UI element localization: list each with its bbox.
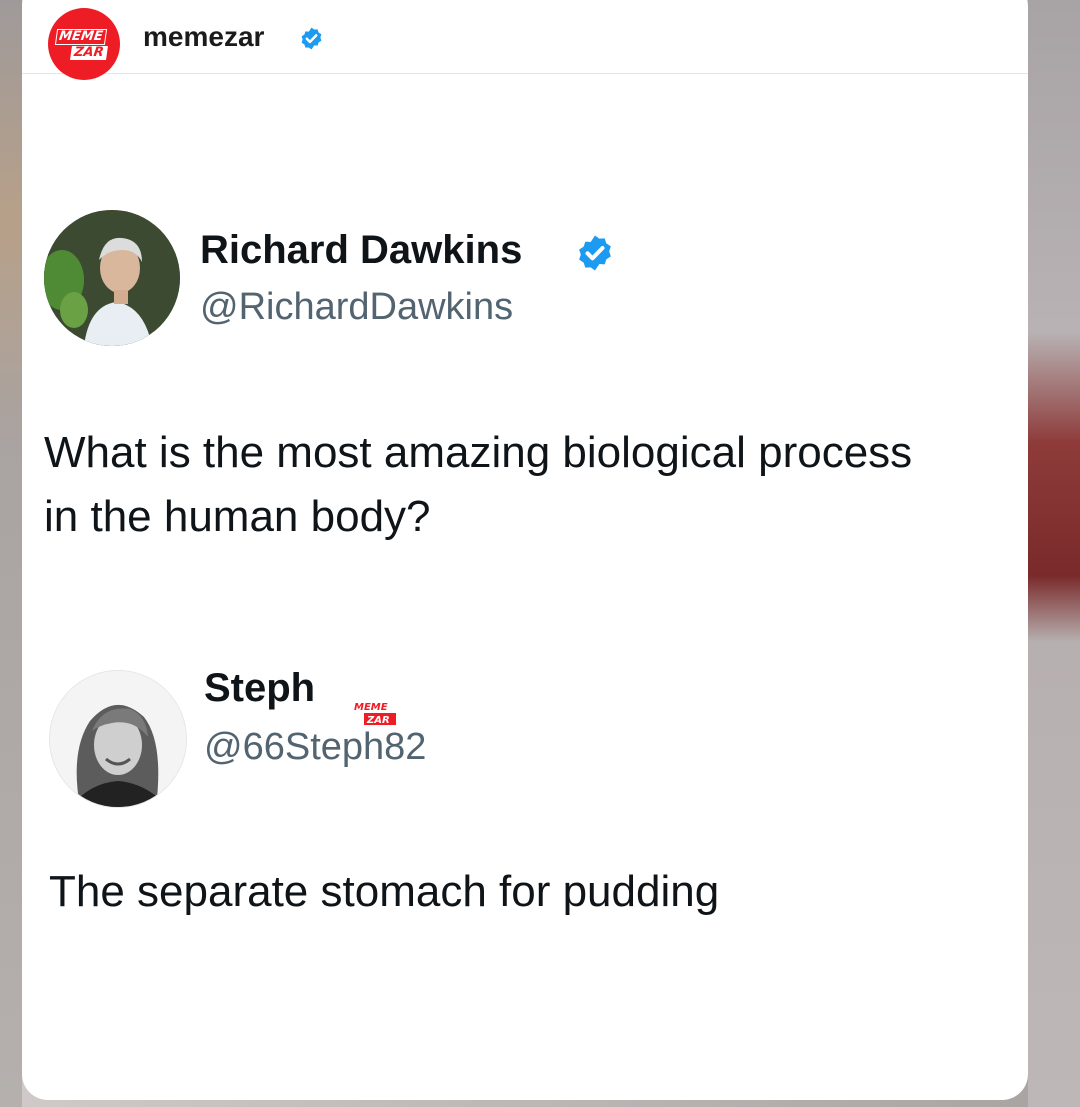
background-right <box>1028 0 1080 1107</box>
portrait-illustration <box>44 210 180 346</box>
portrait-illustration <box>50 671 186 807</box>
reply-text: The separate stomach for pudding <box>49 867 720 916</box>
post-card: MEME ZAR memezar Richard Dawkins @Richar… <box>22 0 1028 1100</box>
logo-text-bottom: ZAR <box>70 45 108 60</box>
reply-author-name[interactable]: Steph <box>204 666 315 711</box>
svg-text:MEME: MEME <box>354 702 388 713</box>
tweet-author-name[interactable]: Richard Dawkins <box>200 228 522 273</box>
steph-avatar[interactable] <box>49 670 187 808</box>
account-name[interactable]: memezar <box>143 21 264 53</box>
reply-author-handle[interactable]: @66Steph82 <box>204 726 426 769</box>
richard-dawkins-avatar[interactable] <box>44 210 180 346</box>
post-header: MEME ZAR memezar <box>22 0 1028 80</box>
verified-badge-icon <box>579 235 611 271</box>
tweet-text: What is the most amazing biological proc… <box>44 428 913 541</box>
memezar-avatar[interactable]: MEME ZAR <box>48 8 120 80</box>
verified-badge-icon <box>301 27 322 50</box>
memezar-watermark: MEME ZAR <box>348 698 404 728</box>
memezar-watermark-icon: MEME ZAR <box>354 702 396 726</box>
tweet-author-handle[interactable]: @RichardDawkins <box>200 286 513 329</box>
svg-text:ZAR: ZAR <box>366 715 390 726</box>
logo-text-top: MEME <box>55 28 107 45</box>
background-left <box>0 0 22 1107</box>
